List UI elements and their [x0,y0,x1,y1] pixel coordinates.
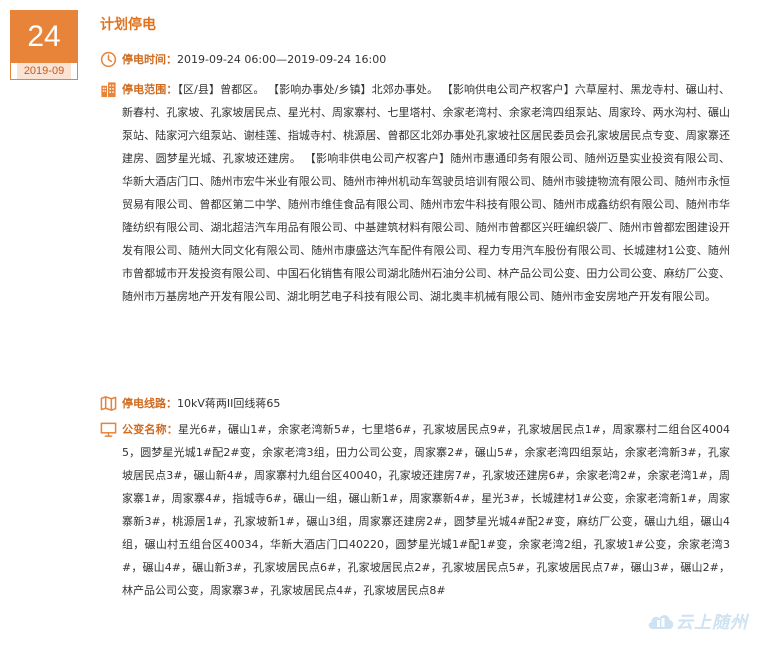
transformer-value: 星光6#，碾山1#，余家老湾新5#，七里塔6#，孔家坡居民点9#，孔家坡居民点1… [122,423,730,597]
outage-scope-label: 停电范围： [122,83,178,96]
cloud-building-icon [648,614,674,629]
outage-line-label: 停电线路： [122,397,177,410]
monitor-icon [100,422,117,437]
outage-time-value: 2019-09-24 06:00—2019-09-24 16:00 [177,53,387,66]
buildings-icon [101,82,116,98]
date-month: 2019-09 [17,63,71,79]
clock-icon [100,51,117,68]
notice-title: 计划停电 [100,17,156,33]
date-badge: 24 2019-09 [10,10,78,80]
outage-scope-section: 停电范围：【区/县】曾都区。 【影响办事处/乡镇】北郊办事处。 【影响供电公司产… [100,78,730,308]
outage-scope-value: 【区/县】曾都区。 【影响办事处/乡镇】北郊办事处。 【影响供电公司产权客户】六… [122,83,731,303]
watermark-text: 云上随州 [676,613,748,632]
transformer-label: 公变名称： [122,423,178,436]
watermark: 云上随州 [646,608,748,633]
transformer-section: 公变名称：星光6#，碾山1#，余家老湾新5#，七里塔6#，孔家坡居民点9#，孔家… [100,418,730,602]
outage-time-label: 停电时间： [122,53,177,66]
date-day: 24 [11,11,77,63]
map-icon [100,396,117,411]
outage-line-section: 停电线路：10kV蒋两II回线蒋65 [100,392,730,415]
outage-time-section: 停电时间：2019-09-24 06:00—2019-09-24 16:00 [100,48,730,71]
outage-line-value: 10kV蒋两II回线蒋65 [177,397,281,410]
